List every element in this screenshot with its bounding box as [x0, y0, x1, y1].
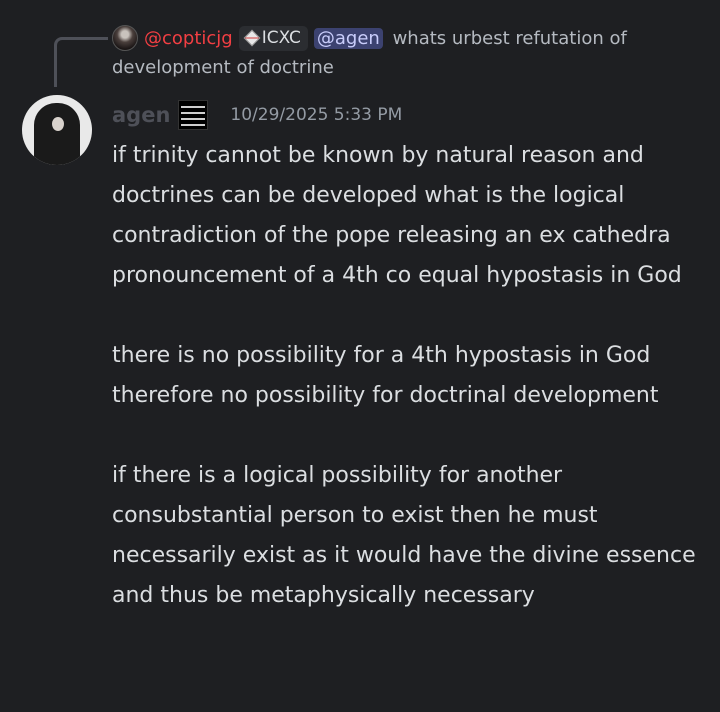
avatar-face: [52, 117, 64, 131]
reply-mention[interactable]: @agen: [313, 28, 383, 49]
message-paragraph: if trinity cannot be known by natural re…: [112, 143, 682, 288]
user-badge-icon[interactable]: [178, 100, 209, 130]
timestamp[interactable]: 10/29/2025 5:33 PM: [230, 105, 402, 125]
server-tag-label: ICXC: [261, 28, 301, 48]
reply-author-avatar[interactable]: [112, 25, 138, 51]
message-content: if trinity cannot be known by natural re…: [112, 136, 712, 616]
message-paragraph: there is no possibility for a 4th hypost…: [112, 343, 659, 408]
tag-icon: [243, 29, 261, 47]
avatar-figure: [34, 103, 80, 165]
reply-spine: [54, 37, 108, 87]
reply-preview[interactable]: @copticjg ICXC @agen whats urbest refutati…: [112, 24, 672, 82]
message-paragraph: if there is a logical possibility for an…: [112, 463, 696, 608]
username[interactable]: agen: [112, 103, 170, 127]
reply-author-name[interactable]: @copticjg: [144, 28, 233, 49]
server-tag[interactable]: ICXC: [238, 26, 308, 51]
author-avatar[interactable]: [22, 95, 92, 165]
message-header: agen 10/29/2025 5:33 PM: [112, 100, 402, 132]
